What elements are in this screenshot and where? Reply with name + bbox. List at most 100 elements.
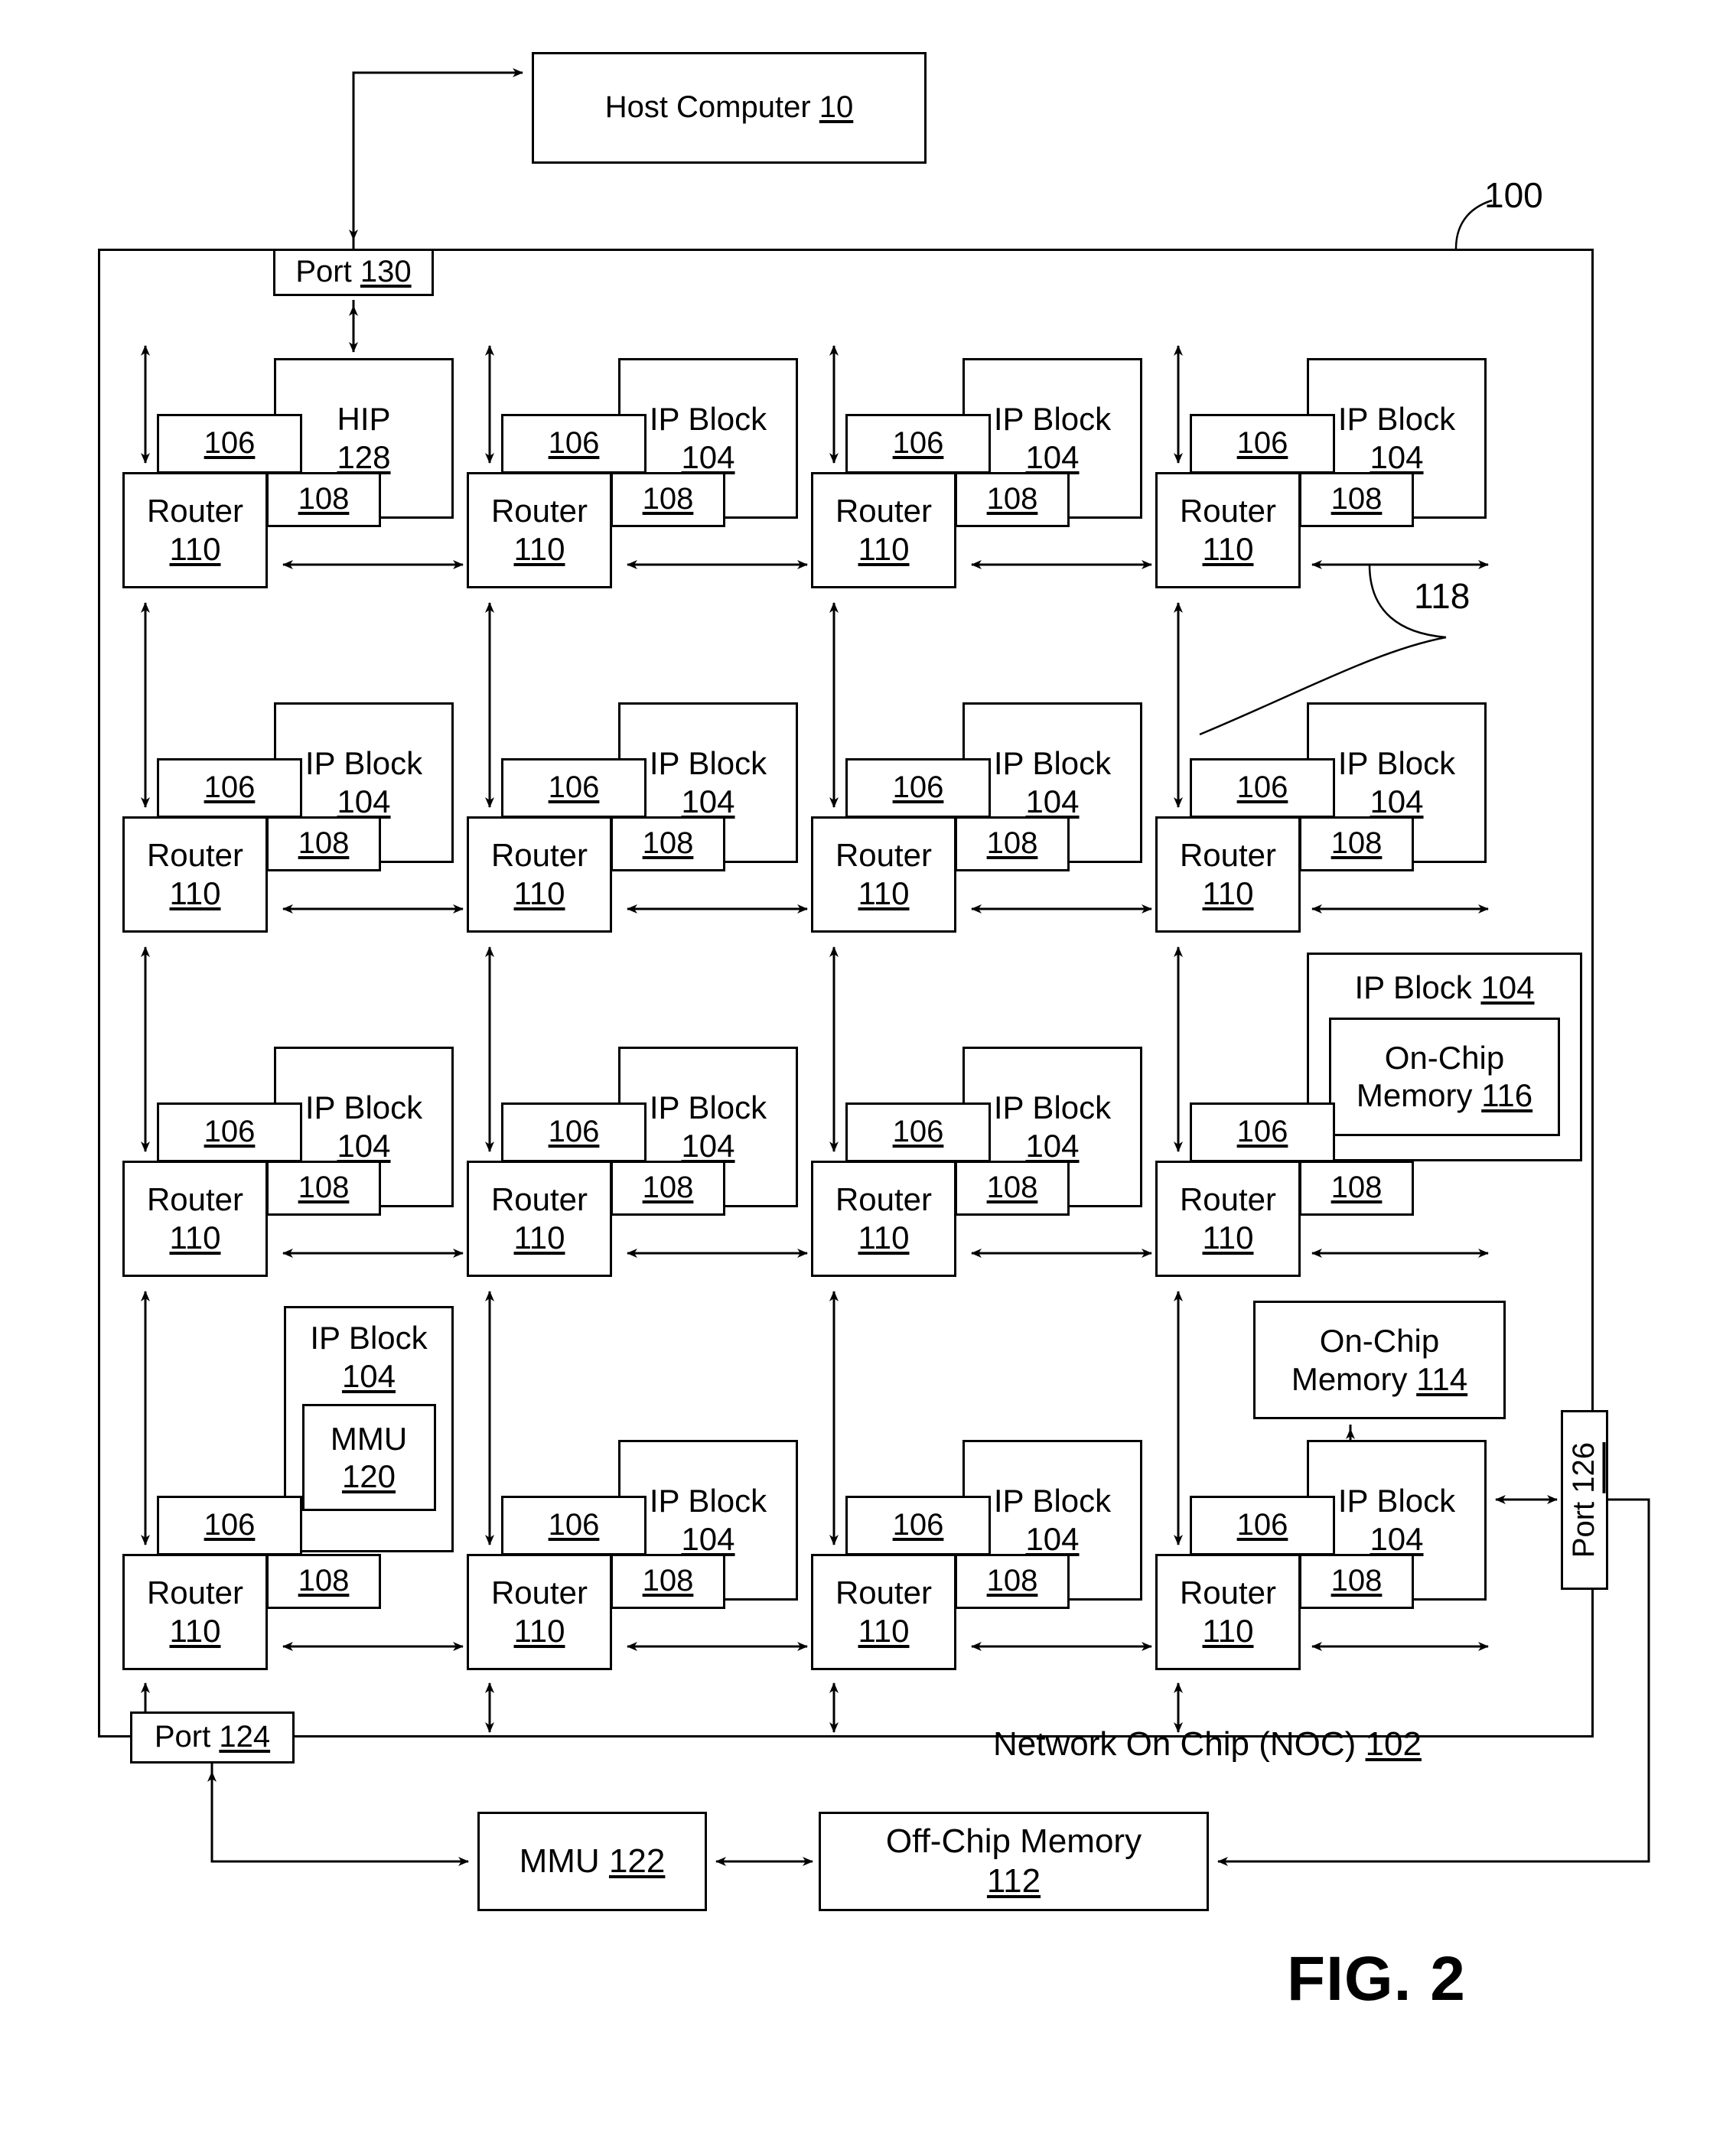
router-110-box: Router 110 bbox=[811, 816, 956, 933]
ip-block-104-onchip-box: IP Block 104 On-Chip Memory 116 bbox=[1307, 953, 1582, 1161]
ip-block-ref: 104 bbox=[341, 1357, 396, 1394]
mmu-122-label: MMU 122 bbox=[519, 1842, 666, 1881]
ip-block-ref: 104 bbox=[337, 1128, 391, 1164]
router-ref: 110 bbox=[858, 1220, 910, 1255]
adapter-106-box: 106 bbox=[501, 414, 647, 474]
ip-block-title: IP Block bbox=[649, 401, 767, 438]
interface-108-ref: 108 bbox=[298, 1171, 350, 1205]
port-124-label: Port 124 bbox=[154, 1720, 271, 1754]
router-ref: 110 bbox=[169, 531, 221, 567]
adapter-106-ref: 106 bbox=[204, 1115, 256, 1149]
router-110-box: Router 110 bbox=[1155, 472, 1301, 588]
adapter-106-ref: 106 bbox=[204, 1508, 256, 1542]
interface-108-box: 108 bbox=[1299, 472, 1414, 527]
router-110-box: Router 110 bbox=[122, 472, 268, 588]
ip-block-ref: 104 bbox=[1025, 1521, 1080, 1557]
interface-108-box: 108 bbox=[266, 816, 381, 871]
adapter-106-box: 106 bbox=[1190, 414, 1335, 474]
offchip-memory-112-ref: 112 bbox=[986, 1862, 1041, 1900]
ip-block-title: IP Block bbox=[1337, 1483, 1456, 1519]
onchip-memory-114-box: On-Chip Memory 114 bbox=[1253, 1301, 1506, 1419]
router-110-box: Router 110 bbox=[811, 472, 956, 588]
interface-108-box: 108 bbox=[955, 1161, 1070, 1216]
router-ref: 110 bbox=[169, 875, 221, 911]
adapter-106-box: 106 bbox=[157, 414, 302, 474]
adapter-106-ref: 106 bbox=[892, 770, 944, 805]
adapter-106-ref: 106 bbox=[548, 426, 600, 461]
interface-108-box: 108 bbox=[611, 472, 725, 527]
interface-108-ref: 108 bbox=[298, 1564, 350, 1598]
router-ref: 110 bbox=[858, 531, 910, 567]
adapter-106-ref: 106 bbox=[892, 1115, 944, 1149]
interface-108-ref: 108 bbox=[1330, 1171, 1383, 1205]
router-title: Router bbox=[835, 1181, 933, 1218]
router-title: Router bbox=[146, 1181, 244, 1218]
interface-108-ref: 108 bbox=[642, 826, 694, 861]
router-110-box: Router 110 bbox=[811, 1161, 956, 1277]
router-title: Router bbox=[1179, 1575, 1277, 1611]
adapter-106-ref: 106 bbox=[892, 426, 944, 461]
router-110-box: Router 110 bbox=[122, 1161, 268, 1277]
hip-ref: 128 bbox=[337, 439, 391, 475]
ip-block-title: IP Block bbox=[1337, 745, 1456, 782]
ref-label-100: 100 bbox=[1484, 175, 1543, 215]
router-title: Router bbox=[146, 493, 244, 529]
router-ref: 110 bbox=[513, 875, 565, 911]
interface-108-box: 108 bbox=[955, 472, 1070, 527]
router-110-box: Router 110 bbox=[467, 816, 612, 933]
router-title: Router bbox=[835, 1575, 933, 1611]
adapter-106-ref: 106 bbox=[204, 770, 256, 805]
link-host-to-port130 bbox=[352, 68, 523, 249]
ip-block-ref: 104 bbox=[1025, 439, 1080, 475]
offchip-memory-112-title: Off-Chip Memory bbox=[885, 1822, 1142, 1861]
port-126-box[interactable]: Port 126 bbox=[1561, 1410, 1608, 1590]
router-110-box: Router 110 bbox=[1155, 1161, 1301, 1277]
port-130-label: Port 130 bbox=[295, 255, 412, 289]
interface-108-ref: 108 bbox=[642, 482, 694, 516]
router-title: Router bbox=[490, 1181, 588, 1218]
ip-block-title: IP Block bbox=[993, 745, 1112, 782]
figure-page: Host Computer 10 100 Network On Chip (NO… bbox=[0, 0, 1736, 2156]
interface-108-box: 108 bbox=[1299, 1161, 1414, 1216]
interface-108-ref: 108 bbox=[642, 1564, 694, 1598]
interface-108-box: 108 bbox=[1299, 1554, 1414, 1609]
router-110-box: Router 110 bbox=[467, 1161, 612, 1277]
adapter-106-box: 106 bbox=[501, 1102, 647, 1162]
interface-108-ref: 108 bbox=[642, 1171, 694, 1205]
router-title: Router bbox=[146, 1575, 244, 1611]
ip-block-title: IP Block bbox=[993, 401, 1112, 438]
link-port124-to-mmu122 bbox=[210, 1764, 469, 1866]
adapter-106-box: 106 bbox=[845, 758, 991, 818]
adapter-106-ref: 106 bbox=[548, 1115, 600, 1149]
ip-block-ref: 104 bbox=[681, 783, 735, 819]
port-124-box[interactable]: Port 124 bbox=[130, 1711, 295, 1764]
port-130-box[interactable]: Port 130 bbox=[273, 249, 434, 296]
router-title: Router bbox=[1179, 1181, 1277, 1218]
adapter-106-box: 106 bbox=[157, 1496, 302, 1555]
adapter-106-box: 106 bbox=[157, 1102, 302, 1162]
interface-108-box: 108 bbox=[266, 1554, 381, 1609]
router-ref: 110 bbox=[1202, 531, 1254, 567]
router-ref: 110 bbox=[1202, 875, 1254, 911]
ip-block-title-ref: IP Block 104 bbox=[1354, 969, 1535, 1005]
ip-block-ref: 104 bbox=[337, 783, 391, 819]
ip-block-title: IP Block bbox=[649, 1089, 767, 1126]
adapter-106-box: 106 bbox=[501, 1496, 647, 1555]
ip-block-title: IP Block bbox=[993, 1089, 1112, 1126]
onchip-memory-114-label: On-Chip Memory 114 bbox=[1291, 1322, 1468, 1397]
ip-block-title: IP Block bbox=[993, 1483, 1112, 1519]
ip-block-ref: 104 bbox=[1025, 1128, 1080, 1164]
mmu-120-ref: 120 bbox=[341, 1458, 396, 1495]
mmu-120-box: MMU 120 bbox=[301, 1404, 436, 1512]
router-110-box: Router 110 bbox=[811, 1554, 956, 1670]
router-110-box: Router 110 bbox=[1155, 1554, 1301, 1670]
adapter-106-box: 106 bbox=[501, 758, 647, 818]
router-title: Router bbox=[490, 1575, 588, 1611]
hip-title: HIP bbox=[337, 401, 391, 438]
interface-108-ref: 108 bbox=[986, 482, 1038, 516]
ip-block-ref: 104 bbox=[681, 1521, 735, 1557]
router-ref: 110 bbox=[1202, 1613, 1254, 1649]
router-title: Router bbox=[1179, 493, 1277, 529]
router-110-box: Router 110 bbox=[467, 1554, 612, 1670]
router-title: Router bbox=[1179, 837, 1277, 874]
